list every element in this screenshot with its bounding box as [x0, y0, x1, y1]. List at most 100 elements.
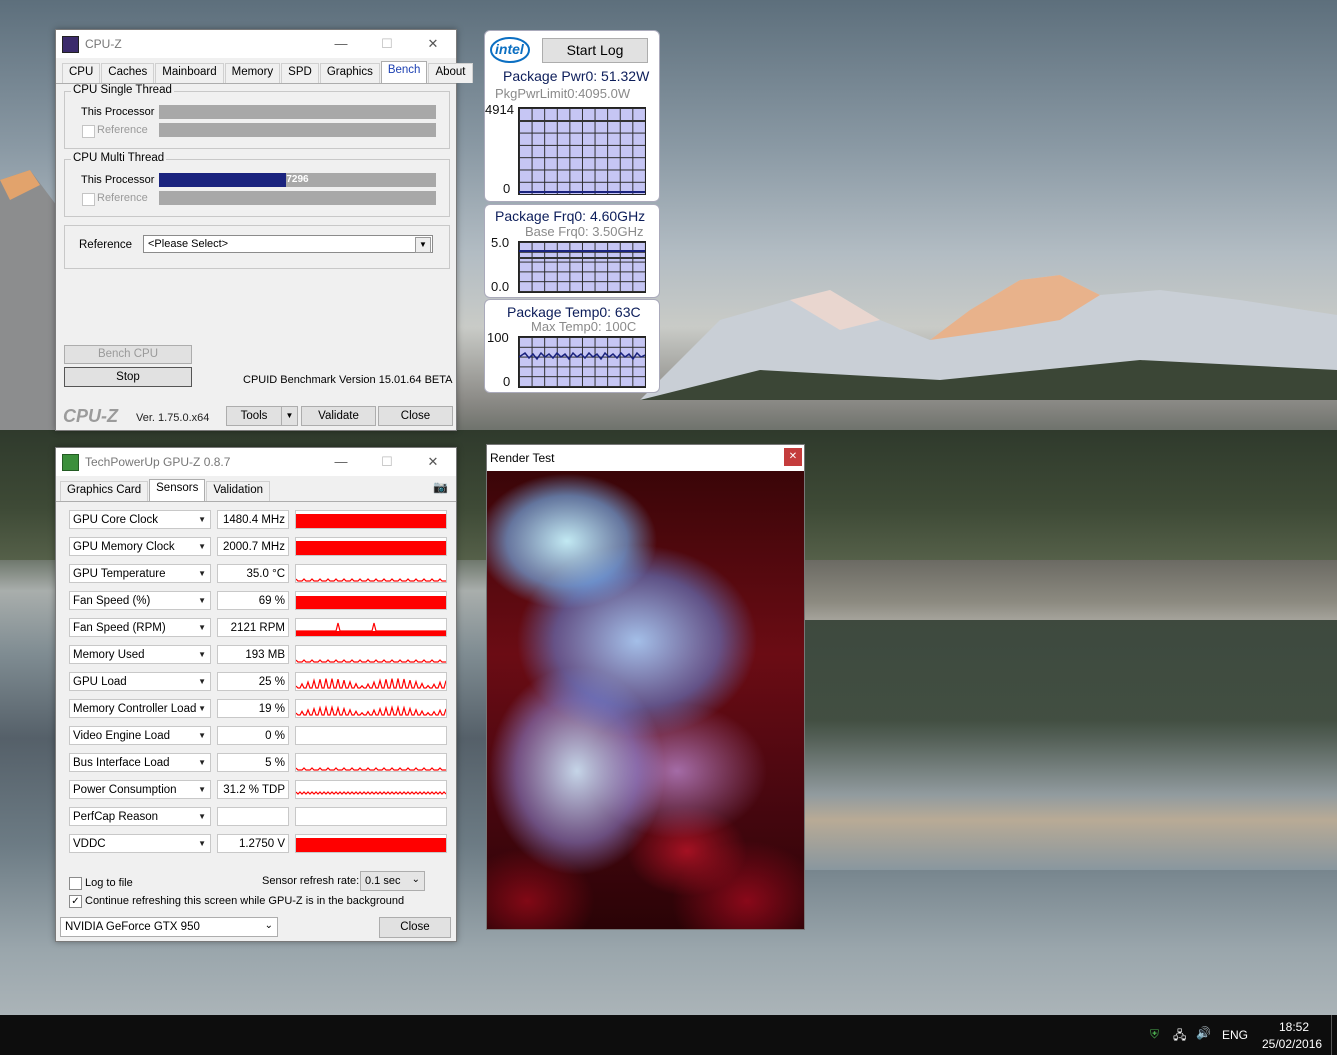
sensor-graph-trace	[296, 678, 446, 689]
sensor-row: GPU Core Clock ▼ 1480.4 MHz	[65, 510, 447, 530]
clock-date[interactable]: 25/02/2016	[1262, 1037, 1322, 1051]
multi-reference-checkbox[interactable]	[82, 193, 95, 206]
intel-logo-text: intel	[495, 41, 524, 57]
frq-graph	[518, 241, 646, 293]
gpuz-tabs: Graphics Card Sensors Validation 📷	[56, 476, 456, 502]
clock-time[interactable]: 18:52	[1279, 1020, 1309, 1034]
sensor-name-select[interactable]: VDDC ▼	[69, 834, 211, 853]
tab-caches[interactable]: Caches	[101, 63, 155, 83]
tab-memory[interactable]: Memory	[224, 63, 281, 83]
sensor-trace-line	[296, 678, 446, 689]
close-icon[interactable]: ✕	[410, 30, 456, 58]
cpuz-footer: CPU-Z Ver. 1.75.0.x64 Tools ▼ Validate C…	[56, 403, 456, 430]
sensor-trace-line	[296, 767, 446, 771]
pwr-axis-max: 4914	[485, 102, 514, 117]
chevron-down-icon: ▼	[198, 650, 206, 659]
sensor-row: Power Consumption ▼ 31.2 % TDP	[65, 780, 447, 800]
tab-about[interactable]: About	[428, 63, 473, 83]
sensor-row: Video Engine Load ▼ 0 %	[65, 726, 447, 746]
chevron-down-icon: ▼	[198, 731, 206, 740]
log-to-file-checkbox[interactable]	[69, 877, 82, 890]
sensor-name-select[interactable]: Fan Speed (RPM) ▼	[69, 618, 211, 637]
sensor-row: GPU Memory Clock ▼ 2000.7 MHz	[65, 537, 447, 557]
gpu-select-value: NVIDIA GeForce GTX 950	[65, 921, 200, 933]
sensor-name-select[interactable]: Bus Interface Load ▼	[69, 753, 211, 772]
reference-select-label: Reference	[79, 239, 133, 251]
sensor-name-select[interactable]: GPU Memory Clock ▼	[69, 537, 211, 556]
minimize-icon[interactable]: —	[318, 448, 364, 476]
maximize-icon[interactable]: ☐	[364, 30, 410, 58]
sensor-trace-fill	[296, 631, 446, 636]
tab-sensors[interactable]: Sensors	[149, 479, 206, 501]
maximize-icon[interactable]: ☐	[364, 448, 410, 476]
sensor-name: Video Engine Load	[73, 730, 170, 742]
stop-button[interactable]: Stop	[64, 367, 192, 387]
sensor-name-select[interactable]: Memory Controller Load ▼	[69, 699, 211, 718]
sensor-graph-trace	[296, 622, 446, 636]
sensor-name: GPU Load	[73, 676, 127, 688]
start-log-button[interactable]: Start Log	[542, 38, 648, 63]
sensor-value: 0 %	[217, 726, 289, 745]
pwr-limit-line	[519, 120, 645, 122]
reference-select[interactable]: <Please Select> ▼	[143, 235, 433, 253]
single-reference-checkbox[interactable]	[82, 125, 95, 138]
intel-temperature-panel: Package Temp0: 63C Max Temp0: 100C 100 0	[484, 299, 660, 393]
sensor-graph	[295, 807, 447, 826]
tools-dropdown-button[interactable]: ▼	[281, 406, 298, 426]
sensor-name-select[interactable]: Video Engine Load ▼	[69, 726, 211, 745]
sensor-value: 2000.7 MHz	[217, 537, 289, 556]
close-icon[interactable]: ✕	[784, 448, 802, 466]
tab-validation[interactable]: Validation	[206, 481, 270, 501]
close-icon[interactable]: ✕	[410, 448, 456, 476]
close-button[interactable]: Close	[378, 406, 453, 426]
sensor-row: Fan Speed (%) ▼ 69 %	[65, 591, 447, 611]
sensor-name-select[interactable]: Fan Speed (%) ▼	[69, 591, 211, 610]
gpu-select[interactable]: NVIDIA GeForce GTX 950 ⌄	[60, 917, 278, 937]
chevron-down-icon: ⌄	[264, 920, 273, 931]
gpuz-close-button[interactable]: Close	[379, 917, 451, 938]
sensor-graph-fill	[296, 596, 446, 609]
tab-graphics-card[interactable]: Graphics Card	[60, 481, 149, 501]
continue-refresh-label: Continue refreshing this screen while GP…	[85, 895, 405, 907]
render-test-titlebar[interactable]: Render Test ✕	[487, 445, 804, 471]
network-icon[interactable]: 🖧	[1173, 1026, 1186, 1047]
sensor-graph	[295, 699, 447, 718]
taskbar: ⛨ 🖧 🔊 ENG 18:52 25/02/2016	[0, 1015, 1337, 1055]
cpuz-titlebar[interactable]: CPU-Z — ☐ ✕	[56, 30, 456, 58]
minimize-icon[interactable]: —	[318, 30, 364, 58]
tab-spd[interactable]: SPD	[281, 63, 319, 83]
camera-icon[interactable]: 📷	[433, 480, 448, 494]
tab-mainboard[interactable]: Mainboard	[155, 63, 224, 83]
chevron-down-icon[interactable]: ▼	[415, 237, 431, 253]
continue-refresh-checkbox[interactable]: ✓	[69, 895, 82, 908]
sensor-name: Power Consumption	[73, 784, 177, 796]
tab-cpu[interactable]: CPU	[62, 63, 101, 83]
bench-cpu-button[interactable]: Bench CPU	[64, 345, 192, 364]
package-frq-title: Package Frq0: 4.60GHz	[495, 208, 646, 224]
sensor-name: PerfCap Reason	[73, 811, 159, 823]
sensor-graph	[295, 780, 447, 799]
sensor-graph-trace	[296, 578, 446, 582]
benchmark-version: CPUID Benchmark Version 15.01.64 BETA	[243, 374, 453, 386]
tab-bench[interactable]: Bench	[380, 61, 428, 83]
sensor-name-select[interactable]: GPU Load ▼	[69, 672, 211, 691]
gpuz-titlebar[interactable]: TechPowerUp GPU-Z 0.8.7 — ☐ ✕	[56, 448, 456, 476]
sensor-trace-line	[296, 704, 446, 716]
sensor-graph	[295, 645, 447, 664]
security-shield-icon[interactable]: ⛨	[1150, 1027, 1159, 1042]
validate-button[interactable]: Validate	[301, 406, 376, 426]
language-indicator[interactable]: ENG	[1222, 1028, 1248, 1042]
sensor-graph	[295, 834, 447, 853]
wallpaper-lake-reflection	[800, 620, 1337, 870]
volume-icon[interactable]: 🔊	[1196, 1026, 1211, 1040]
sensor-name-select[interactable]: PerfCap Reason ▼	[69, 807, 211, 826]
tools-button[interactable]: Tools	[226, 406, 282, 426]
sensor-name-select[interactable]: GPU Temperature ▼	[69, 564, 211, 583]
refresh-rate-select[interactable]: 0.1 sec ⌄	[360, 871, 425, 891]
sensor-name-select[interactable]: Memory Used ▼	[69, 645, 211, 664]
tab-graphics[interactable]: Graphics	[319, 63, 380, 83]
sensor-value: 5 %	[217, 753, 289, 772]
sensor-name-select[interactable]: Power Consumption ▼	[69, 780, 211, 799]
sensor-name-select[interactable]: GPU Core Clock ▼	[69, 510, 211, 529]
show-desktop-button[interactable]	[1331, 1015, 1332, 1055]
